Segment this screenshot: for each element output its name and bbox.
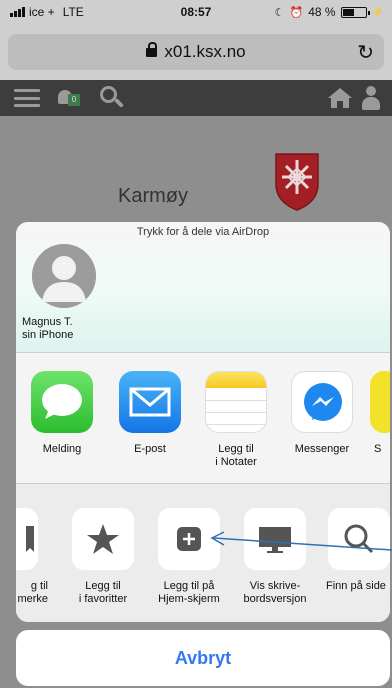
app-row: Melding E-post Legg til i Notater Messen… [16, 353, 390, 483]
status-right: ☾ ⏰ 48 % ⚡ [275, 5, 384, 19]
share-app-partial[interactable]: S [370, 371, 390, 456]
address-bar[interactable]: x01.ksx.no ↻ [8, 34, 384, 70]
contact-avatar[interactable] [32, 244, 96, 308]
action-find-on-page[interactable]: Finn på side [314, 508, 390, 593]
action-label: g til merke [17, 580, 48, 605]
star-icon [72, 508, 134, 570]
action-desktop-site[interactable]: Vis skrive- bordsversjon [230, 508, 320, 606]
notification-icon[interactable]: 0 [56, 88, 80, 108]
app-icon [370, 371, 390, 433]
action-label: Legg til i favoritter [78, 580, 128, 605]
messenger-icon [291, 371, 353, 433]
app-label: E-post [134, 443, 166, 455]
site-title: Karmøy [118, 185, 188, 207]
action-row: g til merke Legg til i favoritter Legg t… [16, 484, 390, 622]
crest-logo [275, 153, 319, 211]
app-label: Messenger [294, 443, 350, 455]
charging-icon: ⚡ [371, 6, 384, 18]
notification-badge: 0 [68, 94, 80, 106]
cancel-button[interactable]: Avbryt [16, 630, 390, 686]
share-app-messenger[interactable]: Messenger [282, 371, 362, 456]
airdrop-hint: Trykk for å dele via AirDrop [136, 226, 270, 238]
menu-icon[interactable] [14, 89, 40, 107]
mail-icon [119, 371, 181, 433]
bookmark-icon [16, 508, 38, 570]
url-text: x01.ksx.no [164, 42, 246, 61]
notes-icon [205, 371, 267, 433]
lock-icon [146, 42, 158, 57]
airdrop-section: Trykk for å dele via AirDrop Magnus T. s… [16, 222, 390, 352]
action-label: Legg til på Hjem-skjerm [158, 580, 220, 605]
share-app-notes[interactable]: Legg til i Notater [196, 371, 276, 469]
person-silhouette-icon [32, 244, 96, 308]
home-icon[interactable] [328, 88, 352, 108]
reload-icon[interactable]: ↻ [357, 40, 374, 65]
battery-icon [340, 6, 370, 18]
alarm-icon: ⏰ [289, 6, 304, 19]
app-label: Legg til i Notater [215, 443, 257, 468]
url-display[interactable]: x01.ksx.no [8, 42, 384, 62]
add-to-home-icon [158, 508, 220, 570]
contact-name[interactable]: Magnus T. sin iPhone [22, 316, 112, 342]
share-sheet: Trykk for å dele via AirDrop Magnus T. s… [16, 222, 390, 622]
search-icon [328, 508, 390, 570]
browser-toolbar: x01.ksx.no ↻ [0, 24, 392, 80]
status-bar: ice + LTE 08:57 ☾ ⏰ 48 % ⚡ [0, 0, 392, 24]
messages-icon [31, 371, 93, 433]
app-label: Melding [42, 443, 82, 455]
moon-icon: ☾ [274, 6, 285, 19]
share-app-mail[interactable]: E-post [110, 371, 190, 456]
action-label: Vis skrive- bordsversjon [243, 580, 307, 605]
site-nav: 0 [0, 80, 392, 116]
action-add-to-home-screen[interactable]: Legg til på Hjem-skjerm [144, 508, 234, 606]
action-add-bookmark[interactable]: g til merke [16, 508, 52, 606]
site-search-icon[interactable] [100, 86, 124, 110]
battery-percent: 48 % [308, 5, 336, 19]
action-label: Finn på side [326, 580, 386, 592]
share-app-messages[interactable]: Melding [22, 371, 102, 456]
desktop-icon [244, 508, 306, 570]
app-label: S [374, 443, 382, 455]
action-add-favorite[interactable]: Legg til i favoritter [58, 508, 148, 606]
user-icon[interactable] [362, 86, 380, 110]
